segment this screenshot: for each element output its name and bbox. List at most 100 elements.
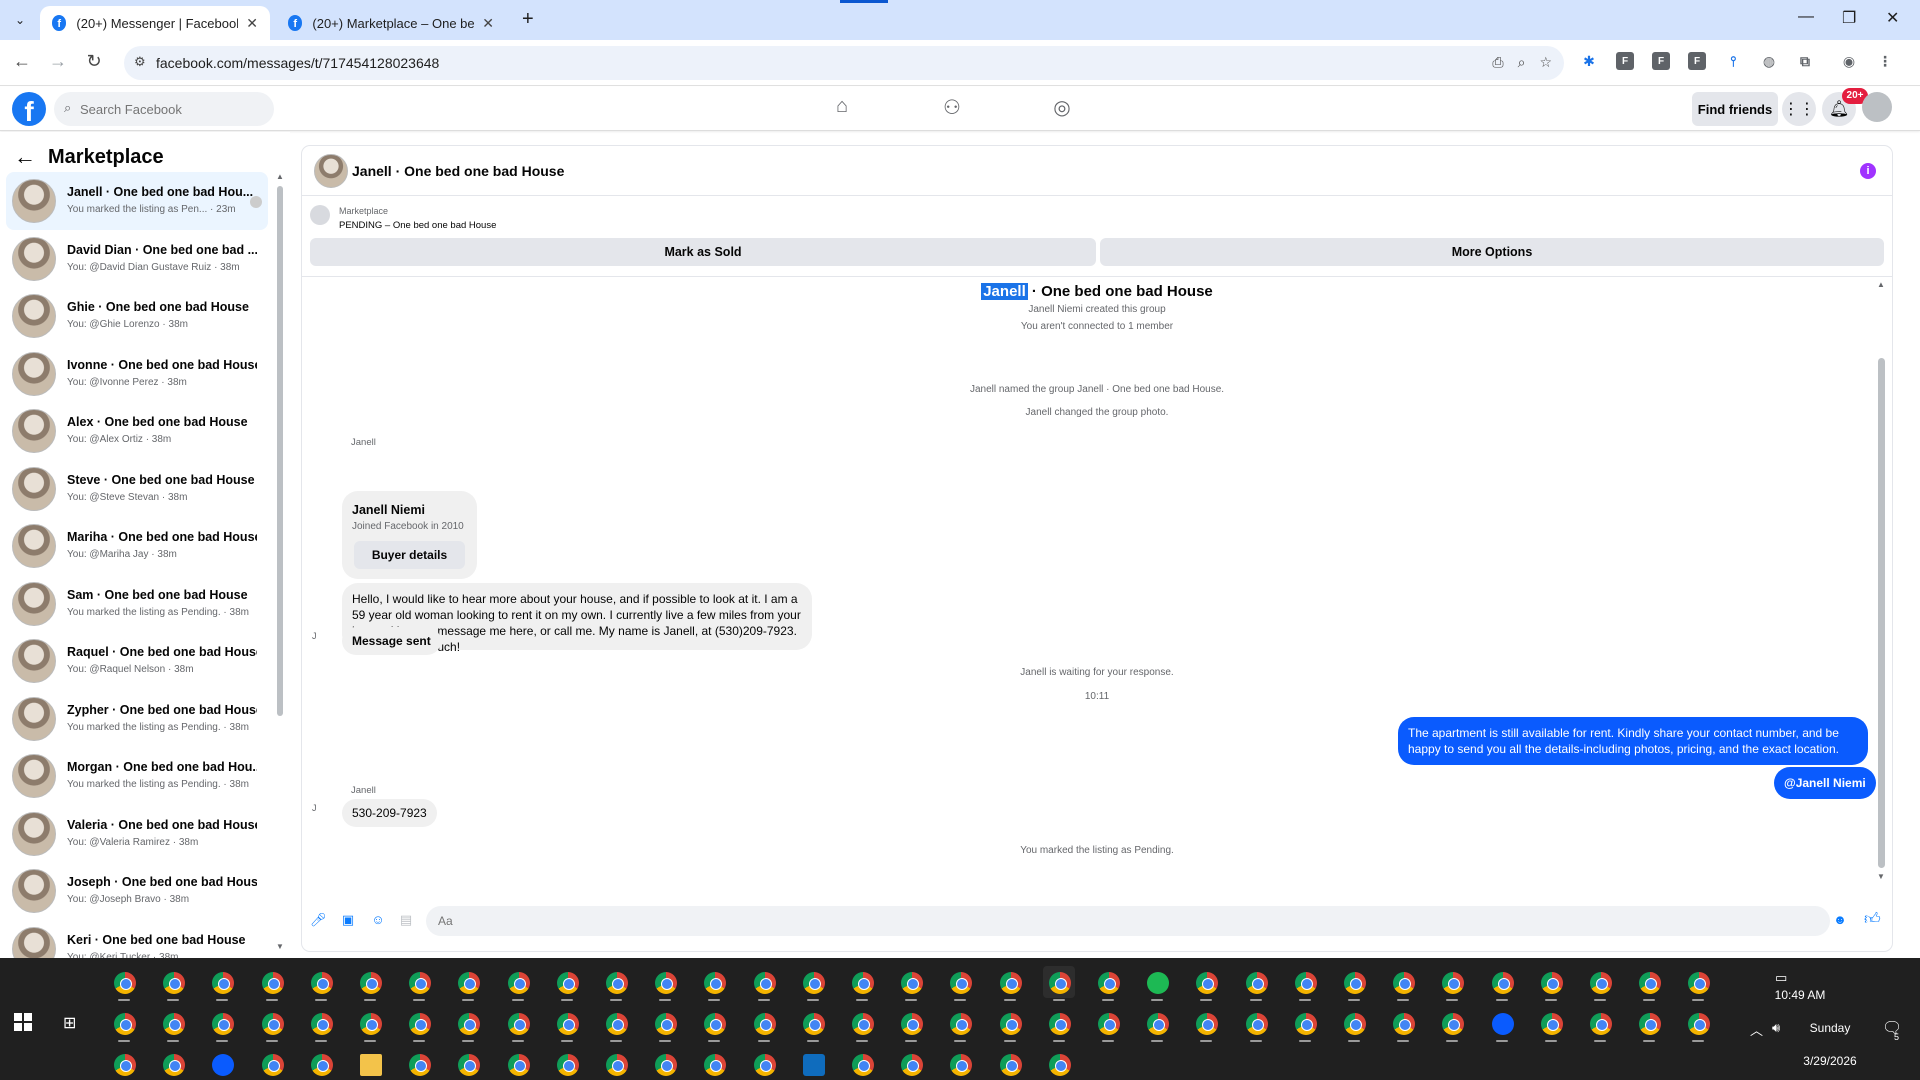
chrome-app-icon[interactable]: [944, 1007, 976, 1042]
conversation-item[interactable]: David Dian · One bed one bad ... You: @Da…: [6, 230, 268, 288]
conversation-item[interactable]: Mariha · One bed one bad House You: @Mari…: [6, 517, 268, 575]
close-tab-icon[interactable]: ✕: [482, 15, 494, 32]
clock-time[interactable]: 10:49 AM: [1740, 988, 1860, 1002]
chrome-app-icon[interactable]: [994, 1048, 1026, 1080]
browser-menu-icon[interactable]: ⋮: [1876, 52, 1894, 70]
clock-date[interactable]: 3/29/2026: [1790, 1054, 1870, 1068]
mark-as-sold-button[interactable]: Mark as Sold: [310, 238, 1096, 266]
zoom-icon[interactable]: ⌕: [1518, 54, 1526, 71]
back-arrow-icon[interactable]: ←: [14, 144, 36, 170]
extensions-menu-icon[interactable]: ⧉: [1796, 52, 1814, 70]
scroll-up-icon[interactable]: ▲: [1877, 280, 1885, 289]
chrome-app-icon[interactable]: [1338, 966, 1370, 1001]
chrome-app-icon[interactable]: [846, 1007, 878, 1042]
search-input[interactable]: [80, 92, 270, 126]
chrome-app-icon[interactable]: [895, 966, 927, 1001]
extension-f-icon[interactable]: F: [1688, 52, 1706, 70]
show-hidden-icons-icon[interactable]: ︿: [1750, 1020, 1763, 1039]
groups-icon[interactable]: ◎: [1042, 95, 1082, 120]
chrome-app-icon[interactable]: [305, 1007, 337, 1042]
chrome-app-icon[interactable]: [944, 966, 976, 1001]
chrome-app-icon[interactable]: [1436, 966, 1468, 1001]
install-app-icon[interactable]: ⎙: [1492, 54, 1503, 71]
chrome-app-icon[interactable]: [944, 1048, 976, 1080]
scrollbar-thumb[interactable]: [1878, 358, 1885, 868]
chrome-app-icon[interactable]: [698, 1007, 730, 1042]
outgoing-message[interactable]: The apartment is still available for ren…: [1398, 717, 1868, 765]
chrome-app-icon[interactable]: [157, 1048, 189, 1080]
back-icon[interactable]: ←: [10, 51, 34, 72]
chrome-app-icon[interactable]: [1190, 966, 1222, 1001]
conversation-item[interactable]: Steve · One bed one bad House You: @Steve…: [6, 460, 268, 518]
tab-messenger[interactable]: f (20+) Messenger | Facebook ✕: [40, 6, 270, 40]
chrome-app-icon[interactable]: [108, 1048, 140, 1080]
sidebar-scrollbar[interactable]: ▲ ▼: [276, 172, 284, 952]
chrome-app-icon[interactable]: [1535, 966, 1567, 1001]
chrome-app-icon[interactable]: [1486, 966, 1518, 1001]
chrome-app-icon[interactable]: [305, 966, 337, 1001]
chrome-app-icon[interactable]: [1289, 966, 1321, 1001]
chrome-app-icon[interactable]: [895, 1007, 927, 1042]
conversation-item[interactable]: Morgan · One bed one bad Hou... You marke…: [6, 747, 268, 805]
display-tray-icon[interactable]: ▭: [1775, 970, 1787, 986]
message-sent-bubble[interactable]: Message sent: [342, 627, 441, 655]
chrome-app-icon[interactable]: [846, 1048, 878, 1080]
conversation-item[interactable]: Zypher · One bed one bad House You marked…: [6, 690, 268, 748]
close-tab-icon[interactable]: ✕: [246, 15, 258, 32]
chrome-app-icon[interactable]: [305, 1048, 337, 1080]
microphone-icon[interactable]: 🎤︎: [310, 912, 327, 928]
chat-title[interactable]: Janell · One bed one bad House: [352, 163, 564, 179]
file-explorer-icon[interactable]: [354, 1048, 386, 1080]
sticker-icon[interactable]: ☺: [370, 912, 386, 928]
chrome-app-icon[interactable]: [1092, 966, 1124, 1001]
chrome-app-icon[interactable]: [403, 966, 435, 1001]
scrollbar-thumb[interactable]: [277, 186, 283, 716]
facebook-search[interactable]: ⌕: [54, 92, 274, 126]
chrome-app-icon[interactable]: [1584, 1007, 1616, 1042]
notification-center-icon[interactable]: 🗨︎: [1882, 1018, 1902, 1038]
group-avatar[interactable]: [314, 154, 348, 188]
buyer-details-button[interactable]: Buyer details: [354, 541, 465, 569]
windows-start-icon[interactable]: [14, 1013, 32, 1031]
chat-scrollbar[interactable]: ▲ ▼: [1876, 280, 1886, 881]
chrome-app-icon[interactable]: [1190, 1007, 1222, 1042]
chrome-app-icon[interactable]: [797, 966, 829, 1001]
find-friends-button[interactable]: Find friends: [1692, 92, 1778, 126]
chrome-app-icon[interactable]: [551, 1007, 583, 1042]
chrome-app-icon[interactable]: [698, 1048, 730, 1080]
home-icon[interactable]: ⌂: [822, 95, 862, 118]
chrome-app-icon[interactable]: [452, 966, 484, 1001]
conversation-item[interactable]: Ghie · One bed one bad House You: @Ghie L…: [6, 287, 268, 345]
chrome-app-icon[interactable]: [1043, 1007, 1075, 1042]
restore-icon[interactable]: ❐: [1842, 8, 1856, 28]
chrome-app-icon[interactable]: [797, 1007, 829, 1042]
chrome-app-icon[interactable]: [403, 1007, 435, 1042]
chrome-app-icon[interactable]: [452, 1048, 484, 1080]
outlook-app-icon[interactable]: [797, 1048, 829, 1080]
chrome-app-icon[interactable]: [846, 966, 878, 1001]
chrome-app-icon[interactable]: [108, 966, 140, 1001]
chrome-app-icon[interactable]: [157, 1007, 189, 1042]
gif-icon[interactable]: ▤: [398, 912, 414, 928]
chrome-app-icon[interactable]: [600, 1048, 632, 1080]
conversation-item[interactable]: Alex · One bed one bad House You: @Alex O…: [6, 402, 268, 460]
chrome-app-icon[interactable]: [551, 1048, 583, 1080]
extension-f-icon[interactable]: F: [1616, 52, 1634, 70]
chrome-app-icon[interactable]: [1338, 1007, 1370, 1042]
conversation-item[interactable]: Sam · One bed one bad House You marked th…: [6, 575, 268, 633]
chrome-app-icon[interactable]: [698, 966, 730, 1001]
extension-f-icon[interactable]: F: [1652, 52, 1670, 70]
scroll-up-icon[interactable]: ▲: [276, 172, 284, 181]
mention-bubble[interactable]: @Janell Niemi: [1774, 767, 1876, 799]
chrome-app-icon[interactable]: [1240, 1007, 1272, 1042]
conversation-item[interactable]: Raquel · One bed one bad House You: @Raqu…: [6, 632, 268, 690]
menu-grid-icon[interactable]: ⋮⋮: [1782, 92, 1816, 126]
close-window-icon[interactable]: ✕: [1886, 8, 1899, 28]
chrome-app-icon[interactable]: [256, 1007, 288, 1042]
volume-icon[interactable]: 🔊︎: [1772, 1020, 1780, 1036]
chrome-app-icon[interactable]: [256, 1048, 288, 1080]
messenger-app-icon[interactable]: [1486, 1007, 1518, 1042]
bookmark-star-icon[interactable]: ☆: [1539, 54, 1552, 71]
chrome-app-icon[interactable]: [994, 966, 1026, 1001]
chrome-app-icon[interactable]: [1682, 966, 1714, 1001]
